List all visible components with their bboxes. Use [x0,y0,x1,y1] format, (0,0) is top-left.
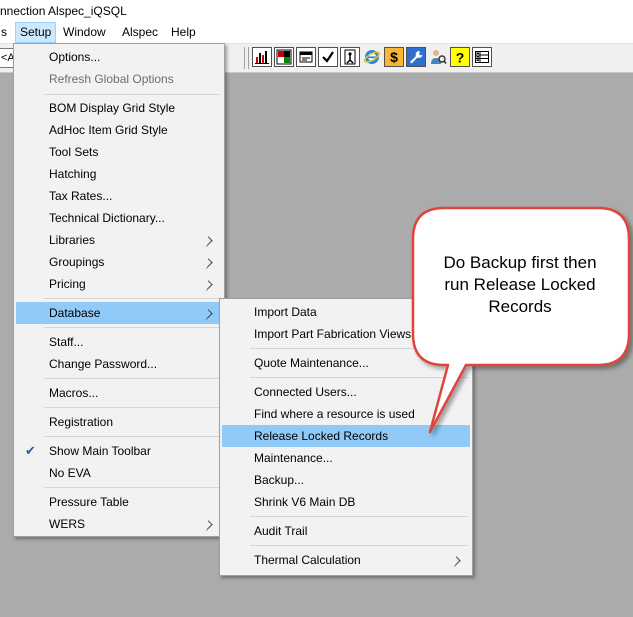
callout-line: run Release Locked [444,275,596,294]
callout-text: Do Backup first then run Release Locked … [424,252,616,318]
callout-line: Records [488,297,552,316]
callout-line: Do Backup first then [443,253,597,272]
